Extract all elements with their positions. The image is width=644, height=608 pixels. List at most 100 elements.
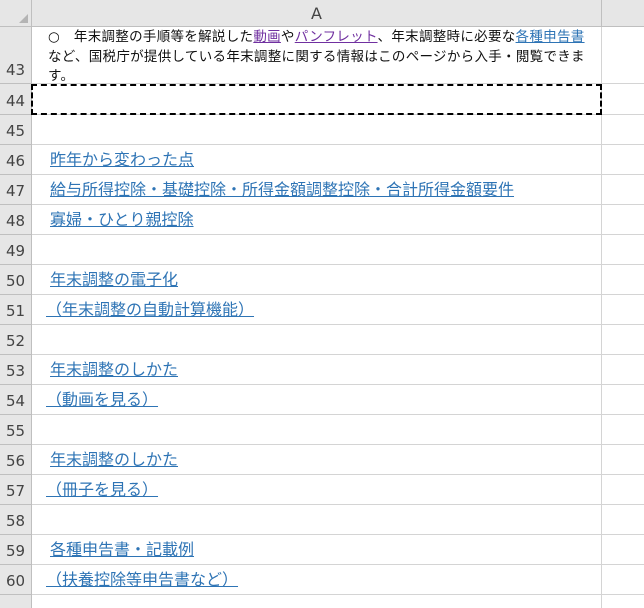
row-46: 46 昨年から変わった点: [0, 145, 644, 175]
row-header[interactable]: 47: [0, 175, 32, 205]
row-header[interactable]: 51: [0, 295, 32, 325]
select-all-triangle-icon: [19, 14, 28, 23]
cell-b52[interactable]: [602, 325, 644, 355]
cell-a54[interactable]: （動画を見る）: [32, 385, 602, 415]
row-header[interactable]: 59: [0, 535, 32, 565]
cell-a47[interactable]: 給与所得控除・基礎控除・所得金額調整控除・合計所得金額要件: [32, 175, 602, 205]
cell-a52[interactable]: [32, 325, 602, 355]
row-header[interactable]: 56: [0, 445, 32, 475]
row-header[interactable]: 44: [0, 84, 32, 115]
column-header-b[interactable]: [602, 0, 644, 27]
cell-b43[interactable]: [602, 27, 644, 84]
view-booklet-link[interactable]: （冊子を見る）: [46, 476, 158, 500]
cell-a56[interactable]: 年末調整のしかた: [32, 445, 602, 475]
deductions-link[interactable]: 給与所得控除・基礎控除・所得金額調整控除・合計所得金額要件: [50, 176, 514, 200]
cell-b58[interactable]: [602, 505, 644, 535]
row-header[interactable]: 45: [0, 115, 32, 145]
row-56: 56 年末調整のしかた: [0, 445, 644, 475]
cell-b57[interactable]: [602, 475, 644, 505]
row-58: 58: [0, 505, 644, 535]
cell-a43[interactable]: ○ 年末調整の手順等を解説した動画やパンフレット、年末調整時に必要な各種申告書な…: [32, 27, 602, 84]
cell-a44[interactable]: [32, 84, 602, 115]
row-header[interactable]: 49: [0, 235, 32, 265]
watch-video-link[interactable]: （動画を見る）: [46, 386, 158, 410]
cell-a55[interactable]: [32, 415, 602, 445]
cell-a49[interactable]: [32, 235, 602, 265]
note-text: や: [280, 29, 295, 45]
row-54: 54 （動画を見る）: [0, 385, 644, 415]
cell-b49[interactable]: [602, 235, 644, 265]
row-header[interactable]: 50: [0, 265, 32, 295]
row-header[interactable]: 58: [0, 505, 32, 535]
cell-b56[interactable]: [602, 445, 644, 475]
forms-examples-link[interactable]: 各種申告書・記載例: [50, 536, 194, 560]
cell-b59[interactable]: [602, 535, 644, 565]
cell-a60[interactable]: （扶養控除等申告書など）: [32, 565, 602, 595]
row-header[interactable]: [0, 595, 32, 608]
cell-a53[interactable]: 年末調整のしかた: [32, 355, 602, 385]
changes-link[interactable]: 昨年から変わった点: [50, 146, 194, 170]
cell-a61[interactable]: [32, 595, 602, 608]
info-note: ○ 年末調整の手順等を解説した動画やパンフレット、年末調整時に必要な各種申告書な…: [48, 28, 593, 87]
row-61-partial: [0, 595, 644, 608]
row-header[interactable]: 53: [0, 355, 32, 385]
select-all-corner[interactable]: [0, 0, 32, 27]
row-45: 45: [0, 115, 644, 145]
how-to-link[interactable]: 年末調整のしかた: [50, 446, 178, 470]
cell-a57[interactable]: （冊子を見る）: [32, 475, 602, 505]
how-to-link[interactable]: 年末調整のしかた: [50, 356, 178, 380]
row-header[interactable]: 52: [0, 325, 32, 355]
row-header[interactable]: 60: [0, 565, 32, 595]
row-header[interactable]: 43: [0, 27, 32, 84]
cell-a45[interactable]: [32, 115, 602, 145]
cell-a51[interactable]: （年末調整の自動計算機能）: [32, 295, 602, 325]
column-header-a[interactable]: A: [32, 0, 602, 27]
note-text: 年末調整の手順等を解説した: [73, 29, 254, 45]
cell-a48[interactable]: 寡婦・ひとり親控除: [32, 205, 602, 235]
widow-single-parent-link[interactable]: 寡婦・ひとり親控除: [50, 206, 194, 230]
forms-link[interactable]: 各種申告書: [516, 29, 585, 45]
note-text: 、年末調整時に必要な: [377, 29, 516, 45]
cell-b46[interactable]: [602, 145, 644, 175]
row-52: 52: [0, 325, 644, 355]
row-header[interactable]: 57: [0, 475, 32, 505]
row-header[interactable]: 54: [0, 385, 32, 415]
cell-b48[interactable]: [602, 205, 644, 235]
row-53: 53 年末調整のしかた: [0, 355, 644, 385]
cell-b61[interactable]: [602, 595, 644, 608]
cell-b54[interactable]: [602, 385, 644, 415]
row-48: 48 寡婦・ひとり親控除: [0, 205, 644, 235]
row-59: 59 各種申告書・記載例: [0, 535, 644, 565]
row-60: 60 （扶養控除等申告書など）: [0, 565, 644, 595]
cell-a58[interactable]: [32, 505, 602, 535]
cell-b50[interactable]: [602, 265, 644, 295]
dependent-forms-link[interactable]: （扶養控除等申告書など）: [46, 566, 238, 590]
row-44: 44: [0, 84, 644, 115]
pamphlet-link[interactable]: パンフレット: [295, 29, 378, 45]
electronic-filing-link[interactable]: 年末調整の電子化: [50, 266, 178, 290]
cell-b53[interactable]: [602, 355, 644, 385]
cell-b45[interactable]: [602, 115, 644, 145]
row-header[interactable]: 46: [0, 145, 32, 175]
video-link[interactable]: 動画: [253, 29, 281, 45]
cell-b51[interactable]: [602, 295, 644, 325]
row-47: 47 給与所得控除・基礎控除・所得金額調整控除・合計所得金額要件: [0, 175, 644, 205]
cell-a46[interactable]: 昨年から変わった点: [32, 145, 602, 175]
cell-b60[interactable]: [602, 565, 644, 595]
cell-a59[interactable]: 各種申告書・記載例: [32, 535, 602, 565]
row-50: 50 年末調整の電子化: [0, 265, 644, 295]
cell-b44[interactable]: [602, 84, 644, 115]
row-header[interactable]: 55: [0, 415, 32, 445]
row-header[interactable]: 48: [0, 205, 32, 235]
row-43: 43 ○ 年末調整の手順等を解説した動画やパンフレット、年末調整時に必要な各種申…: [0, 27, 644, 84]
row-57: 57 （冊子を見る）: [0, 475, 644, 505]
row-49: 49: [0, 235, 644, 265]
note-text: など、国税庁が提供している年末調整に関する情報はこのページから入手・閲覧できます…: [48, 48, 585, 85]
cell-b47[interactable]: [602, 175, 644, 205]
row-55: 55: [0, 415, 644, 445]
auto-calc-link[interactable]: （年末調整の自動計算機能）: [46, 296, 254, 320]
row-51: 51 （年末調整の自動計算機能）: [0, 295, 644, 325]
spreadsheet-grid: A 43 ○ 年末調整の手順等を解説した動画やパンフレット、年末調整時に必要な各…: [0, 0, 644, 608]
cell-b55[interactable]: [602, 415, 644, 445]
cell-a50[interactable]: 年末調整の電子化: [32, 265, 602, 295]
